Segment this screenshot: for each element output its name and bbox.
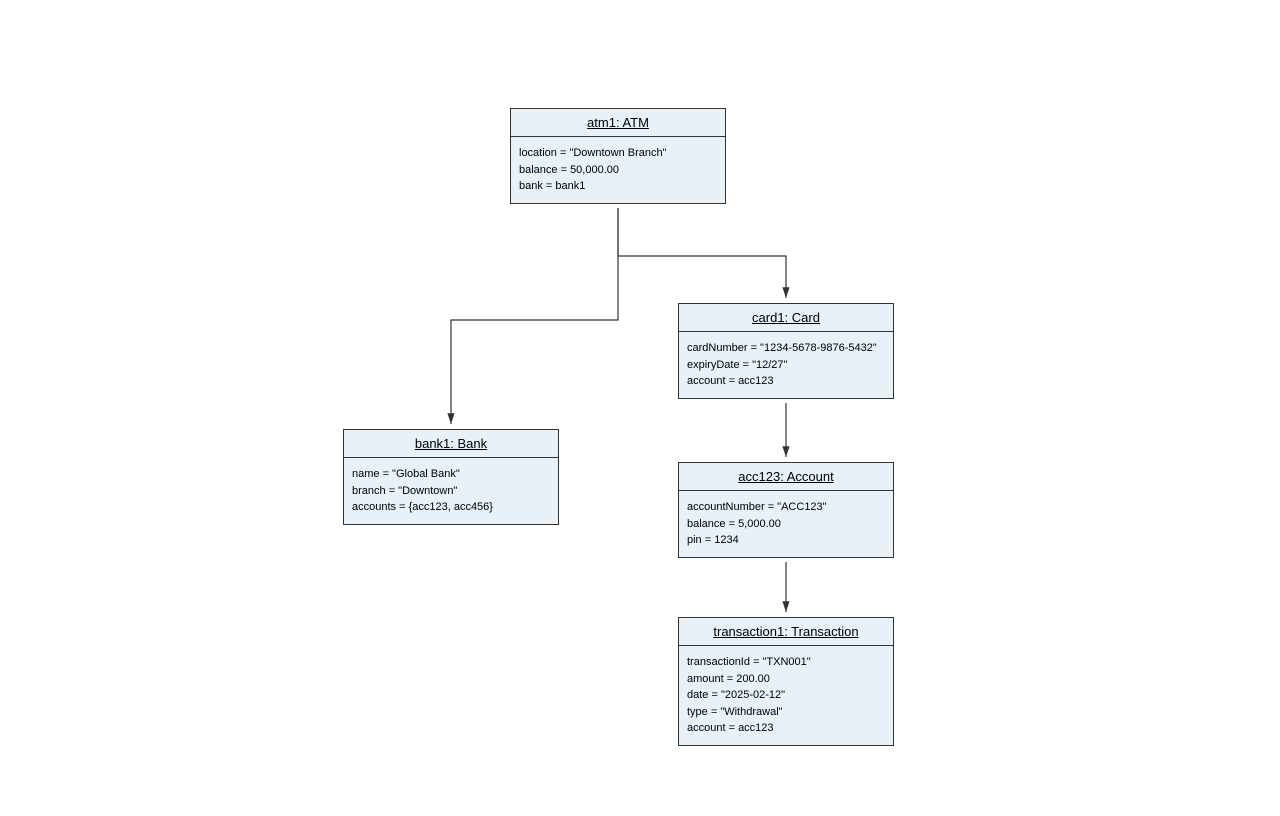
node-body: name = "Global Bank" branch = "Downtown"…	[344, 458, 558, 524]
node-title: card1: Card	[679, 304, 893, 332]
node-title: atm1: ATM	[511, 109, 725, 137]
node-body: cardNumber = "1234-5678-9876-5432" expir…	[679, 332, 893, 398]
node-attr: bank = bank1	[519, 178, 717, 195]
object-node-bank: bank1: Bank name = "Global Bank" branch …	[343, 429, 559, 525]
object-node-atm: atm1: ATM location = "Downtown Branch" b…	[510, 108, 726, 204]
node-attr: account = acc123	[687, 720, 885, 737]
node-body: location = "Downtown Branch" balance = 5…	[511, 137, 725, 203]
node-attr: pin = 1234	[687, 532, 885, 549]
node-attr: accounts = {acc123, acc456}	[352, 499, 550, 516]
node-attr: balance = 5,000.00	[687, 516, 885, 533]
object-node-account: acc123: Account accountNumber = "ACC123"…	[678, 462, 894, 558]
node-attr: amount = 200.00	[687, 671, 885, 688]
node-attr: accountNumber = "ACC123"	[687, 499, 885, 516]
node-attr: name = "Global Bank"	[352, 466, 550, 483]
node-attr: expiryDate = "12/27"	[687, 357, 885, 374]
node-attr: cardNumber = "1234-5678-9876-5432"	[687, 340, 885, 357]
node-attr: location = "Downtown Branch"	[519, 145, 717, 162]
node-title: bank1: Bank	[344, 430, 558, 458]
node-attr: type = "Withdrawal"	[687, 704, 885, 721]
object-node-transaction: transaction1: Transaction transactionId …	[678, 617, 894, 746]
node-body: transactionId = "TXN001" amount = 200.00…	[679, 646, 893, 745]
node-body: accountNumber = "ACC123" balance = 5,000…	[679, 491, 893, 557]
node-title: acc123: Account	[679, 463, 893, 491]
object-node-card: card1: Card cardNumber = "1234-5678-9876…	[678, 303, 894, 399]
node-attr: balance = 50,000.00	[519, 162, 717, 179]
node-title: transaction1: Transaction	[679, 618, 893, 646]
node-attr: branch = "Downtown"	[352, 483, 550, 500]
node-attr: date = "2025-02-12"	[687, 687, 885, 704]
node-attr: transactionId = "TXN001"	[687, 654, 885, 671]
node-attr: account = acc123	[687, 373, 885, 390]
